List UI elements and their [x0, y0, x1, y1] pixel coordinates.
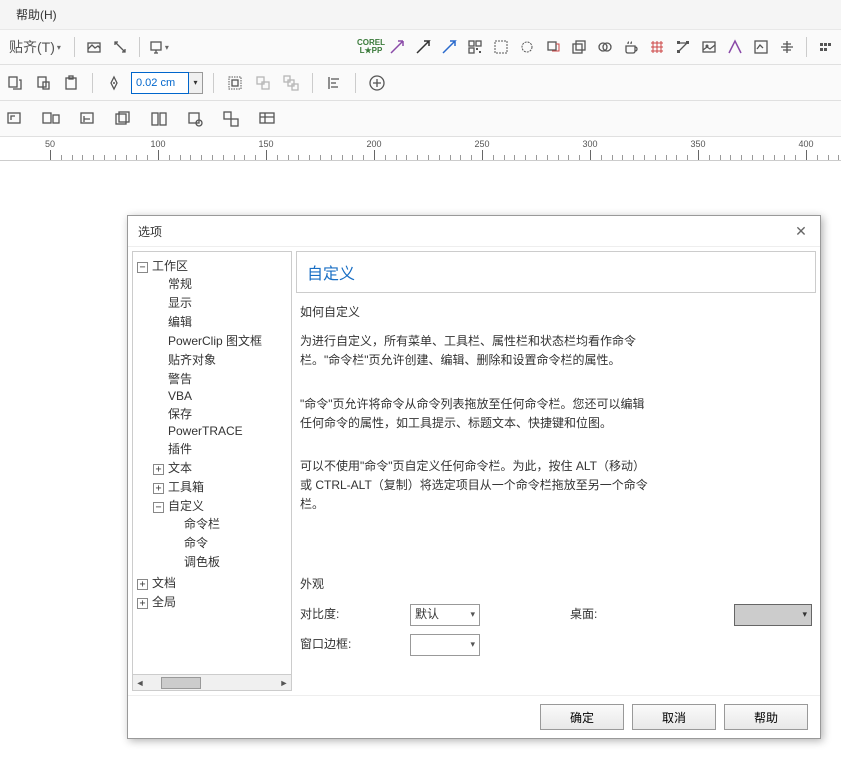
add-icon[interactable] [366, 72, 388, 94]
bitmap-icon[interactable] [698, 36, 720, 58]
tree-powertrace[interactable]: PowerTRACE [153, 423, 289, 439]
toolbar-standard: 贴齐(T) CORELL★PP [0, 30, 841, 65]
paste-props-icon[interactable] [32, 72, 54, 94]
desktop-label: 桌面: [570, 605, 597, 624]
circle-target-icon[interactable] [516, 36, 538, 58]
toolbar-tabs [0, 101, 841, 137]
separator [139, 37, 140, 57]
clipboard-icon[interactable] [60, 72, 82, 94]
content-p1: 为进行自定义，所有菜单、工具栏、属性栏和状态栏均看作命令栏。"命令栏"页允许创建… [300, 332, 650, 370]
arrow-blue-icon[interactable] [438, 36, 460, 58]
tree-global[interactable]: +全局 [137, 592, 289, 611]
tree-edit[interactable]: 编辑 [153, 312, 289, 331]
separator [74, 37, 75, 57]
node-icon[interactable] [672, 36, 694, 58]
ruler-horizontal: /*ruler built below*/ 501001502002503003… [0, 137, 841, 161]
content-subtitle: 如何自定义 [300, 303, 650, 322]
desktop-color-select[interactable] [734, 604, 812, 626]
pen-outline-icon[interactable] [103, 72, 125, 94]
separator [806, 37, 807, 57]
tree-panel: −工作区 常规 显示 编辑 PowerClip 图文框 贴齐对象 警告 VBA … [132, 251, 292, 691]
tab-icon-6[interactable] [184, 108, 206, 130]
toolbar-property: ▾ [0, 65, 841, 101]
outline-width-dropdown[interactable]: ▾ [189, 72, 203, 94]
tree-scrollbar[interactable]: ◄ ► [133, 674, 291, 690]
tree-save[interactable]: 保存 [153, 404, 289, 423]
tree-plugin[interactable]: 插件 [153, 439, 289, 458]
tab-icon-8[interactable] [256, 108, 278, 130]
ok-button[interactable]: 确定 [540, 704, 624, 730]
ungroup-icon[interactable] [252, 72, 274, 94]
tab-icon-5[interactable] [148, 108, 170, 130]
qr-icon[interactable] [464, 36, 486, 58]
picture-frame-icon[interactable] [750, 36, 772, 58]
contrast-label: 对比度: [300, 605, 400, 624]
shape-arrow-icon[interactable] [724, 36, 746, 58]
border-color-select[interactable] [410, 634, 480, 656]
separator [213, 73, 214, 93]
presentation-dropdown[interactable] [148, 36, 170, 58]
tree-toolbox[interactable]: +工具箱 [153, 477, 289, 496]
content-p2: "命令"页允许将命令从命令列表拖放至任何命令栏。您还可以编辑任何命令的属性，如工… [300, 395, 650, 433]
tree-document[interactable]: +文档 [137, 573, 289, 592]
tree-warning[interactable]: 警告 [153, 369, 289, 388]
tree-workspace[interactable]: −工作区 常规 显示 编辑 PowerClip 图文框 贴齐对象 警告 VBA … [137, 256, 289, 573]
tree-snap[interactable]: 贴齐对象 [153, 350, 289, 369]
options-dialog: 选项 ✕ −工作区 常规 显示 编辑 PowerClip 图文框 贴齐对象 警告… [127, 215, 821, 739]
menu-help[interactable]: 帮助(H) [10, 4, 63, 25]
tab-icon-3[interactable] [76, 108, 98, 130]
shape-combine-icon[interactable] [594, 36, 616, 58]
tree-palette[interactable]: 调色板 [169, 552, 289, 571]
close-icon[interactable]: ✕ [792, 222, 810, 240]
transform-icon[interactable] [542, 36, 564, 58]
content-title: 自定义 [307, 260, 805, 284]
help-button[interactable]: 帮助 [724, 704, 808, 730]
content-p3: 可以不使用"命令"页自定义任何命令栏。为此，按住 ALT（移动）或 CTRL-A… [300, 457, 650, 515]
arrow-send-icon[interactable] [386, 36, 408, 58]
tree-vba[interactable]: VBA [153, 388, 289, 404]
tree-text[interactable]: +文本 [153, 458, 289, 477]
contrast-select[interactable]: 默认 [410, 604, 480, 626]
content-panel: 自定义 如何自定义 为进行自定义，所有菜单、工具栏、属性栏和状态栏均看作命令栏。… [296, 251, 816, 691]
dialog-footer: 确定 取消 帮助 [128, 695, 820, 738]
separator [355, 73, 356, 93]
tab-icon-2[interactable] [40, 108, 62, 130]
tree-cmd[interactable]: 命令 [169, 533, 289, 552]
tree-customize[interactable]: −自定义 命令栏 命令 调色板 [153, 496, 289, 572]
tree-general[interactable]: 常规 [153, 274, 289, 293]
corel-logo-icon[interactable]: CORELL★PP [360, 36, 382, 58]
tree-powerclip[interactable]: PowerClip 图文框 [153, 331, 289, 350]
tab-icon-4[interactable] [112, 108, 134, 130]
grid-icon[interactable] [646, 36, 668, 58]
tree-cmdbar[interactable]: 命令栏 [169, 514, 289, 533]
group-icon[interactable] [224, 72, 246, 94]
cancel-button[interactable]: 取消 [632, 704, 716, 730]
tab-icon-1[interactable] [4, 108, 26, 130]
dialog-title-text: 选项 [138, 223, 162, 240]
outline-width-input[interactable] [131, 72, 189, 94]
tab-icon-7[interactable] [220, 108, 242, 130]
arrow-dark-icon[interactable] [412, 36, 434, 58]
align-left-icon[interactable] [323, 72, 345, 94]
adjust-icon[interactable] [109, 36, 131, 58]
border-label: 窗口边框: [300, 635, 400, 654]
dialog-titlebar: 选项 ✕ [128, 216, 820, 247]
separator [92, 73, 93, 93]
copy-props-icon[interactable] [4, 72, 26, 94]
appearance-label: 外观 [300, 575, 812, 594]
select-all-icon[interactable] [490, 36, 512, 58]
tree-display[interactable]: 显示 [153, 293, 289, 312]
image-tool-1[interactable] [83, 36, 105, 58]
separator [312, 73, 313, 93]
snap-dropdown[interactable]: 贴齐(T) [4, 36, 66, 58]
ungroup-all-icon[interactable] [280, 72, 302, 94]
overflow-icon[interactable] [815, 36, 837, 58]
align-distribute-icon[interactable] [776, 36, 798, 58]
coffee-icon[interactable] [620, 36, 642, 58]
menubar: 帮助(H) [0, 0, 841, 30]
layers-icon[interactable] [568, 36, 590, 58]
